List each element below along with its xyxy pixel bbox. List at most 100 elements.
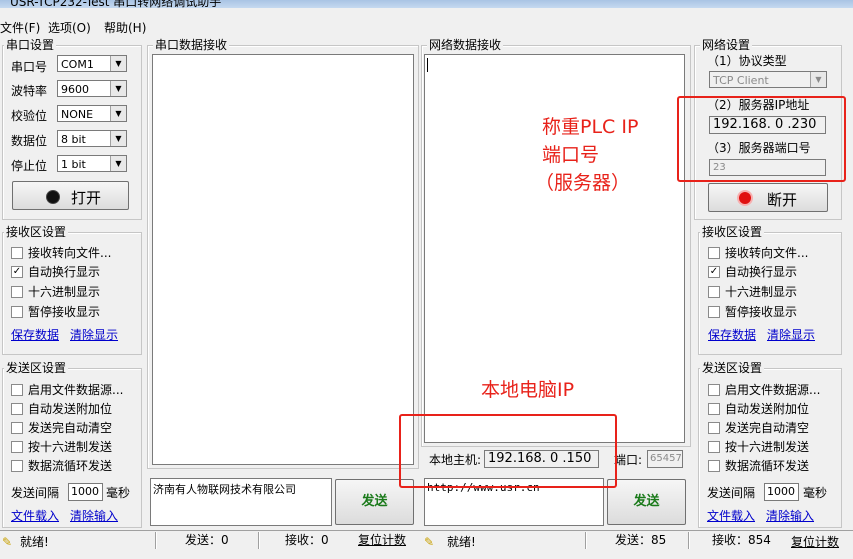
stop-bits-select[interactable]: 1 bit ▼ (57, 155, 127, 172)
left-status-sent: 发送：0 (185, 533, 229, 547)
right-status-recv: 接收：854 (712, 533, 771, 547)
left-reset-count-button[interactable]: 复位计数 (358, 533, 406, 547)
left-hex-display-checkbox[interactable] (11, 286, 23, 298)
right-status-sent: 发送：85 (615, 533, 667, 547)
serial-settings-title: 串口设置 (4, 38, 57, 52)
left-auto-clear-checkbox[interactable] (11, 422, 23, 434)
left-hex-send-checkbox[interactable] (11, 441, 23, 453)
right-hex-display-checkbox[interactable] (708, 286, 720, 298)
right-interval-input[interactable]: 1000 (764, 483, 799, 501)
right-pause-display-label: 暂停接收显示 (725, 305, 798, 319)
port-select[interactable]: COM1 ▼ (57, 55, 127, 72)
right-auto-append-checkbox[interactable] (708, 403, 720, 415)
right-auto-clear-checkbox[interactable] (708, 422, 720, 434)
protocol-select[interactable]: TCP Client ▼ (709, 71, 827, 88)
right-clear-display-link[interactable]: 清除显示 (767, 328, 815, 342)
menu-file[interactable]: 文件(F) (0, 19, 40, 36)
serial-send-textarea[interactable]: 济南有人物联网技术有限公司 (150, 478, 332, 526)
parity-value: NONE (61, 108, 94, 121)
local-port-label: 端口: (614, 453, 643, 467)
left-interval-input[interactable]: 1000 (68, 483, 103, 501)
right-recv-to-file-label: 接收转向文件... (725, 246, 809, 260)
radio-dot-icon (46, 190, 60, 204)
stop-bits-value: 1 bit (61, 158, 86, 171)
port-label: 串口号 (11, 60, 48, 74)
left-file-source-checkbox[interactable] (11, 384, 23, 396)
text-cursor (427, 58, 428, 72)
serial-receive-title: 串口数据接收 (153, 38, 230, 52)
disconnect-button-label: 断开 (767, 191, 798, 209)
right-file-load-link[interactable]: 文件载入 (707, 509, 755, 523)
open-port-button[interactable]: 打开 (12, 181, 129, 210)
pencil-icon: ✎ (2, 535, 13, 549)
right-interval-label: 发送间隔 (707, 486, 756, 500)
left-auto-clear-label: 发送完自动清空 (28, 421, 113, 435)
baud-select[interactable]: 9600 ▼ (57, 80, 127, 97)
left-send-settings-title: 发送区设置 (4, 361, 69, 375)
right-hex-display-label: 十六进制显示 (725, 285, 798, 299)
network-receive-title: 网络数据接收 (427, 38, 504, 52)
right-file-source-checkbox[interactable] (708, 384, 720, 396)
right-clear-input-link[interactable]: 清除输入 (766, 509, 814, 523)
annotation-plc-ip: 称重PLC IP (542, 116, 639, 138)
right-interval-unit: 毫秒 (803, 486, 828, 500)
chevron-down-icon: ▼ (110, 156, 126, 171)
chevron-down-icon: ▼ (110, 106, 126, 121)
right-save-data-link[interactable]: 保存数据 (708, 328, 756, 342)
left-auto-wrap-label: 自动换行显示 (28, 265, 101, 279)
left-status-recv: 接收：0 (285, 533, 329, 547)
right-recv-to-file-checkbox[interactable] (708, 247, 720, 259)
left-pause-display-checkbox[interactable] (11, 306, 23, 318)
right-reset-count-button[interactable]: 复位计数 (791, 535, 839, 549)
annotation-server: （服务器） (535, 172, 631, 194)
left-auto-append-checkbox[interactable] (11, 403, 23, 415)
right-auto-wrap-checkbox[interactable]: ✓ (708, 266, 720, 278)
left-file-load-link[interactable]: 文件载入 (11, 509, 59, 523)
left-status-ready: 就绪! (20, 535, 49, 549)
server-annotation-box (677, 96, 846, 182)
menu-help[interactable]: 帮助(H) (104, 19, 146, 36)
right-loop-send-checkbox[interactable] (708, 460, 720, 472)
baud-value: 9600 (61, 83, 89, 96)
status-separator (155, 532, 157, 549)
annotation-local-pc-ip: 本地电脑IP (481, 379, 575, 401)
left-recv-to-file-checkbox[interactable] (11, 247, 23, 259)
data-bits-label: 数据位 (11, 134, 48, 148)
window-title: USR-TCP232-Test 串口转网络调试助手 (10, 0, 222, 8)
status-separator (585, 532, 587, 549)
right-loop-send-label: 数据流循环发送 (725, 459, 810, 473)
left-clear-display-link[interactable]: 清除显示 (70, 328, 118, 342)
parity-select[interactable]: NONE ▼ (57, 105, 127, 122)
connection-status-icon (739, 192, 751, 204)
menu-bar: 文件(F) 选项(O) 帮助(H) (0, 18, 853, 36)
port-value: COM1 (61, 58, 94, 71)
data-bits-select[interactable]: 8 bit ▼ (57, 130, 127, 147)
left-loop-send-label: 数据流循环发送 (28, 459, 113, 473)
network-send-button[interactable]: 发送 (607, 479, 686, 525)
data-bits-value: 8 bit (61, 133, 86, 146)
left-interval-label: 发送间隔 (11, 486, 60, 500)
left-loop-send-checkbox[interactable] (11, 460, 23, 472)
open-button-label: 打开 (71, 189, 102, 207)
left-save-data-link[interactable]: 保存数据 (11, 328, 59, 342)
left-auto-wrap-checkbox[interactable]: ✓ (11, 266, 23, 278)
serial-receive-textarea[interactable] (152, 54, 414, 465)
local-port-field: 65457 (647, 450, 683, 468)
pencil-icon: ✎ (424, 535, 435, 549)
disconnect-button[interactable]: 断开 (708, 183, 828, 212)
left-clear-input-link[interactable]: 清除输入 (70, 509, 118, 523)
menu-options[interactable]: 选项(O) (48, 19, 91, 36)
status-separator (688, 532, 690, 549)
chevron-down-icon: ▼ (110, 81, 126, 96)
local-ip-annotation-box (399, 414, 617, 488)
title-bar: USR-TCP232-Test 串口转网络调试助手 (0, 0, 853, 8)
chevron-down-icon: ▼ (110, 56, 126, 71)
right-auto-clear-label: 发送完自动清空 (725, 421, 810, 435)
right-pause-display-checkbox[interactable] (708, 306, 720, 318)
left-hex-display-label: 十六进制显示 (28, 285, 101, 299)
right-status-ready: 就绪! (447, 535, 476, 549)
right-hex-send-checkbox[interactable] (708, 441, 720, 453)
left-recv-to-file-label: 接收转向文件... (28, 246, 112, 260)
left-file-source-label: 启用文件数据源... (28, 383, 124, 397)
serial-send-text: 济南有人物联网技术有限公司 (153, 483, 296, 496)
